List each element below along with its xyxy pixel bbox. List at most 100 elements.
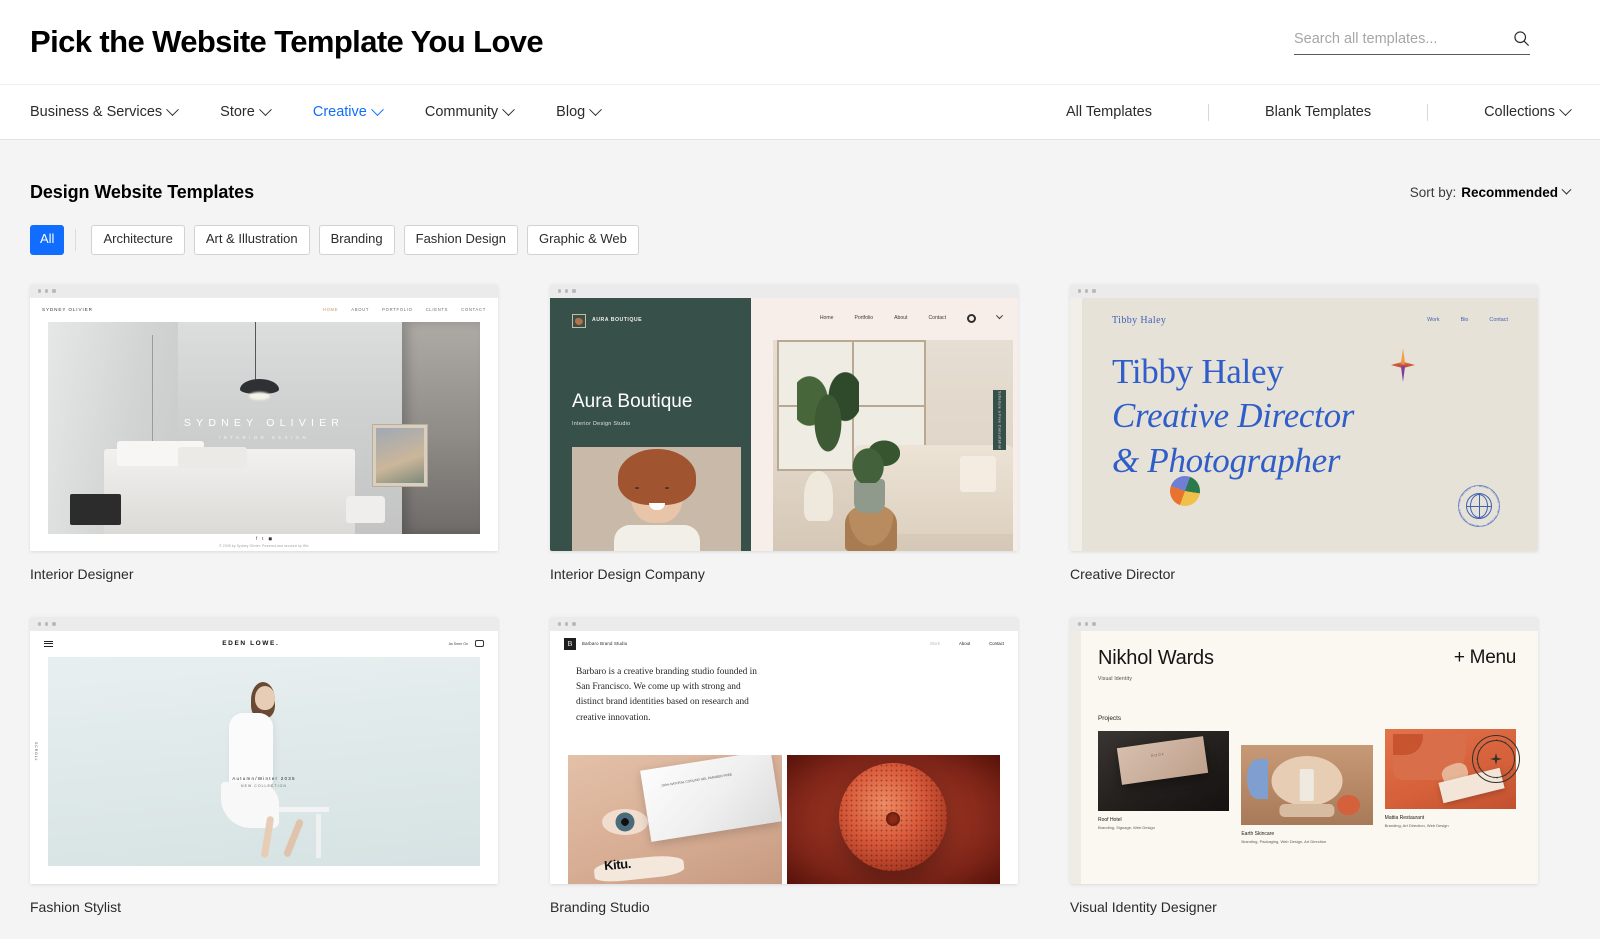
- window-dot: [1092, 289, 1096, 293]
- preview-hero-image: SYDNEY OLIVIER INTERIOR DESIGN: [48, 321, 480, 534]
- preview-portrait: [572, 446, 742, 551]
- preview-nav-item: Contact: [1489, 317, 1508, 324]
- preview-hero-text: Aura Boutique Interior Design Studio: [572, 390, 692, 427]
- window-dot: [1078, 622, 1082, 626]
- preview-logo: Tibby Haley: [1112, 314, 1167, 326]
- search-input[interactable]: [1294, 30, 1505, 47]
- template-name: Interior Design Company: [550, 565, 705, 582]
- preview-site-header: SYDNEY OLIVIER HOME ABOUT PORTFOLIO CLIE…: [30, 297, 498, 322]
- preview-viewport: EDEN LOWE. As Seen On Autumn/Winter 2035…: [30, 630, 498, 884]
- template-preview[interactable]: Tibby Haley Work Bio Contact Tibby Haley…: [1070, 283, 1538, 551]
- barbaro-logo-icon: B: [564, 637, 576, 650]
- sort-control[interactable]: Sort by: Recommended: [1409, 184, 1572, 200]
- filter-chip-art-illustration[interactable]: Art & Illustration: [193, 225, 310, 255]
- preview-header-right: As Seen On: [449, 640, 484, 648]
- preview-hero-title: SYDNEY OLIVIER: [183, 417, 345, 430]
- template-card-interior-design-company[interactable]: AURA BOUTIQUE Aura Boutique Interior Des…: [550, 283, 1018, 582]
- decor-side-strip: [1070, 297, 1082, 551]
- nav-item-all-templates[interactable]: All Templates: [1010, 104, 1208, 120]
- preview-hero-text: Tibby Haley Creative Director & Photogra…: [1112, 350, 1354, 483]
- circular-stamp-badge: SAY HI • SAY HI • SAY HI •: [1472, 734, 1520, 783]
- nav-item-blank-templates[interactable]: Blank Templates: [1209, 104, 1427, 120]
- template-card-interior-designer[interactable]: SYDNEY OLIVIER HOME ABOUT PORTFOLIO CLIE…: [30, 283, 498, 582]
- search-box[interactable]: [1294, 30, 1530, 55]
- project-title: Mattia Restaurant: [1384, 814, 1425, 821]
- preview-hero-title: Autumn/Winter 2035: [232, 776, 296, 782]
- template-card-branding-studio[interactable]: B Barbaro Brand Studio Work About Contac…: [550, 616, 1018, 915]
- preview-viewport: Tibby Haley Work Bio Contact Tibby Haley…: [1070, 297, 1538, 551]
- preview-image-row: 100% NATURAL COOLING GEL PARABEN FREE Ki…: [568, 754, 1000, 884]
- nav-item-creative[interactable]: Creative: [313, 102, 384, 120]
- preview-site-header: Tibby Haley Work Bio Contact: [1070, 298, 1538, 326]
- window-dot: [45, 289, 49, 293]
- filter-chip-all[interactable]: All: [30, 225, 65, 255]
- preview-nav-item: Work: [1427, 317, 1440, 324]
- template-card-creative-director[interactable]: Tibby Haley Work Bio Contact Tibby Haley…: [1070, 283, 1538, 582]
- nav-item-store[interactable]: Store: [220, 102, 272, 120]
- filter-chip-fashion-design[interactable]: Fashion Design: [403, 225, 518, 255]
- nav-right-group: All Templates Blank Templates Collection…: [1010, 102, 1572, 121]
- star-icon: [1391, 347, 1415, 382]
- preview-menu-button: + Menu: [1453, 646, 1516, 668]
- project-caption: Earth Skincare Branding, Packaging, Web …: [1241, 831, 1372, 845]
- preview-logo: Nikhol Wards: [1098, 646, 1214, 669]
- sort-label: Sort by:: [1409, 185, 1457, 200]
- preview-project-item: Earth Skincare Branding, Packaging, Web …: [1241, 744, 1373, 845]
- preview-nav-item: HOME: [322, 307, 339, 313]
- decor-bench-leg: [315, 813, 321, 858]
- preview-hero-text: Autumn/Winter 2035 NEW COLLECTION: [48, 776, 480, 788]
- preview-nav-item: Contact: [989, 641, 1004, 647]
- template-preview[interactable]: B Barbaro Brand Studio Work About Contac…: [550, 616, 1018, 884]
- chevron-down-icon: [1561, 184, 1572, 195]
- decor-lamp-cord: [255, 321, 257, 382]
- preview-project-grid: ROOF Roof Hotel Branding, Signage, Web D…: [1098, 728, 1516, 845]
- template-preview[interactable]: AURA BOUTIQUE Aura Boutique Interior Des…: [550, 283, 1018, 551]
- chevron-down-icon: [258, 102, 272, 116]
- template-card-visual-identity[interactable]: Nikhol Wards Visual Identity + Menu Proj…: [1070, 616, 1538, 915]
- preview-hero-title: Aura Boutique: [572, 390, 693, 412]
- nav-item-collections[interactable]: Collections: [1428, 102, 1572, 120]
- nav-item-blog[interactable]: Blog: [556, 102, 603, 120]
- project-tags: Branding, Signage, Web Design: [1098, 825, 1155, 831]
- project-title: Roof Hotel: [1098, 816, 1122, 823]
- section-title: Design Website Templates: [30, 182, 254, 202]
- template-preview[interactable]: SYDNEY OLIVIER HOME ABOUT PORTFOLIO CLIE…: [30, 283, 498, 551]
- section-header: Design Website Templates Sort by: Recomm…: [30, 140, 1572, 203]
- preview-copyright: © 2035 by Sydney Olivier. Powered and se…: [219, 544, 309, 549]
- search-icon[interactable]: [1513, 30, 1530, 47]
- preview-nav-item: CLIENTS: [425, 307, 449, 313]
- preview-logo: EDEN LOWE.: [222, 640, 280, 648]
- project-tags: Branding, Art Direction, Web Design: [1384, 823, 1449, 829]
- decor-bench: [276, 807, 329, 813]
- facebook-icon: f: [255, 536, 258, 542]
- template-card-fashion-stylist[interactable]: EDEN LOWE. As Seen On Autumn/Winter 2035…: [30, 616, 498, 915]
- project-title: Earth Skincare: [1241, 830, 1275, 837]
- filter-chip-branding[interactable]: Branding: [318, 225, 395, 255]
- template-preview[interactable]: Nikhol Wards Visual Identity + Menu Proj…: [1070, 616, 1538, 884]
- preview-site-header: B Barbaro Brand Studio Work About Contac…: [550, 631, 1018, 657]
- cart-icon: [475, 640, 484, 648]
- chevron-down-icon: [995, 312, 1004, 320]
- nav-item-community[interactable]: Community: [424, 102, 516, 120]
- filter-chip-graphic-web[interactable]: Graphic & Web: [526, 225, 639, 255]
- nav-label: Collections: [1484, 104, 1555, 120]
- window-dot: [1085, 289, 1089, 293]
- nav-label: Business & Services: [30, 104, 163, 120]
- nav-label: Community: [424, 104, 499, 120]
- decor-color-blob: [1170, 475, 1200, 506]
- instagram-icon: ◼: [268, 536, 273, 542]
- decor-lamp-bulb: [248, 391, 271, 401]
- nav-item-business-services[interactable]: Business & Services: [30, 102, 180, 120]
- filter-chip-architecture[interactable]: Architecture: [91, 225, 185, 255]
- twitter-icon: t: [262, 536, 264, 542]
- preview-nav-item: Bio: [1460, 317, 1469, 324]
- decor-iris: [615, 812, 635, 832]
- decor-hair-front: [617, 448, 696, 505]
- browser-chrome-bar: [550, 616, 1018, 631]
- chevron-down-icon: [589, 102, 603, 116]
- template-preview[interactable]: EDEN LOWE. As Seen On Autumn/Winter 2035…: [30, 616, 498, 884]
- window-dot: [558, 622, 562, 626]
- decor-pillow: [177, 447, 247, 469]
- sort-value: Recommended: [1461, 185, 1558, 200]
- preview-right-panel: Home Portfolio About Contact Schedule a …: [751, 297, 1018, 551]
